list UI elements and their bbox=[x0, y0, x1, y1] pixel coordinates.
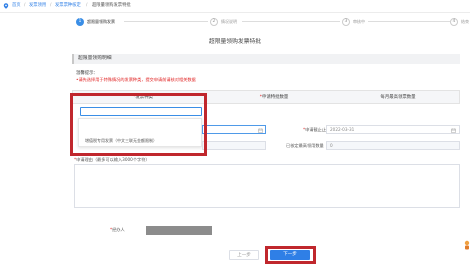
breadcrumb-home[interactable]: 首页 bbox=[12, 3, 21, 9]
breadcrumb: 首页 / 发票领用 / 发票票种核定 / 超限量领购发票特批 bbox=[0, 0, 470, 13]
column-monthly-max-label: 每月最高领票数量 bbox=[380, 95, 416, 100]
location-icon bbox=[3, 3, 9, 9]
approved-quantity-label: 已核定最高领用数量 bbox=[286, 143, 324, 148]
section-title: 超限量领购明细 bbox=[72, 54, 460, 64]
step-2-label: 情况说明 bbox=[221, 19, 237, 24]
end-date-label: *申请截止止 bbox=[303, 127, 326, 133]
end-date-value: 2022-03-31 bbox=[330, 127, 355, 132]
assistant-icon[interactable] bbox=[463, 240, 470, 250]
page-title: 超限量领购发票特批 bbox=[208, 39, 262, 45]
step-connector bbox=[242, 21, 340, 22]
calendar-icon bbox=[258, 128, 263, 133]
column-apply-quantity: *申请特批数量 bbox=[213, 91, 335, 105]
end-date-input[interactable]: 2022-03-31 bbox=[326, 125, 460, 134]
column-apply-quantity-label: 申请特批数量 bbox=[261, 95, 289, 100]
highlight-invoice-type-box bbox=[70, 93, 207, 156]
breadcrumb-current: 超限量领购发票特批 bbox=[92, 3, 131, 8]
breadcrumb-separator: / bbox=[86, 3, 88, 8]
step-1-label: 超限量领购发票 bbox=[87, 19, 115, 24]
calendar-icon bbox=[451, 128, 456, 133]
step-4-circle: 4 bbox=[450, 17, 458, 26]
step-2-circle: 2 bbox=[210, 17, 218, 26]
handler-label-text: 经办人 bbox=[112, 227, 125, 232]
step-connector bbox=[124, 21, 208, 22]
step-3-circle: 3 bbox=[342, 17, 350, 26]
handler-label: *经办人 bbox=[110, 227, 125, 233]
breadcrumb-invoice-use[interactable]: 发票领用 bbox=[29, 3, 46, 9]
step-progress: 1 超限量领购发票 2 情况说明 3 审核中 4 结束 bbox=[70, 16, 470, 30]
highlight-next-button-box bbox=[265, 246, 316, 264]
breadcrumb-invoice-type[interactable]: 发票票种核定 bbox=[55, 3, 81, 9]
column-monthly-max: 每月最高领票数量 bbox=[335, 91, 461, 105]
handler-redacted-field[interactable] bbox=[146, 226, 212, 235]
approved-quantity-value: 0 bbox=[330, 143, 333, 148]
date-input-partial[interactable] bbox=[202, 125, 266, 134]
reason-textarea[interactable] bbox=[74, 164, 460, 208]
tips-warning: •请先选择用于特殊情况的发票种类，提交申请前请核对相关数据 bbox=[76, 77, 196, 82]
step-3-label: 审核中 bbox=[353, 19, 365, 24]
end-date-label-text: 申请截止止 bbox=[305, 127, 327, 132]
step-4-label: 结束 bbox=[461, 19, 469, 24]
breadcrumb-separator: / bbox=[50, 3, 52, 8]
readonly-field bbox=[202, 141, 266, 150]
reason-label-text: 申请理由（最多可以输入3000个字符） bbox=[76, 157, 150, 162]
reason-label: *申请理由（最多可以输入3000个字符） bbox=[74, 157, 150, 163]
approved-quantity-field: 0 bbox=[326, 141, 460, 150]
breadcrumb-separator: / bbox=[24, 3, 26, 8]
prev-step-button[interactable]: 上一步 bbox=[229, 250, 259, 260]
step-1-circle: 1 bbox=[76, 17, 84, 26]
step-connector bbox=[368, 21, 450, 22]
